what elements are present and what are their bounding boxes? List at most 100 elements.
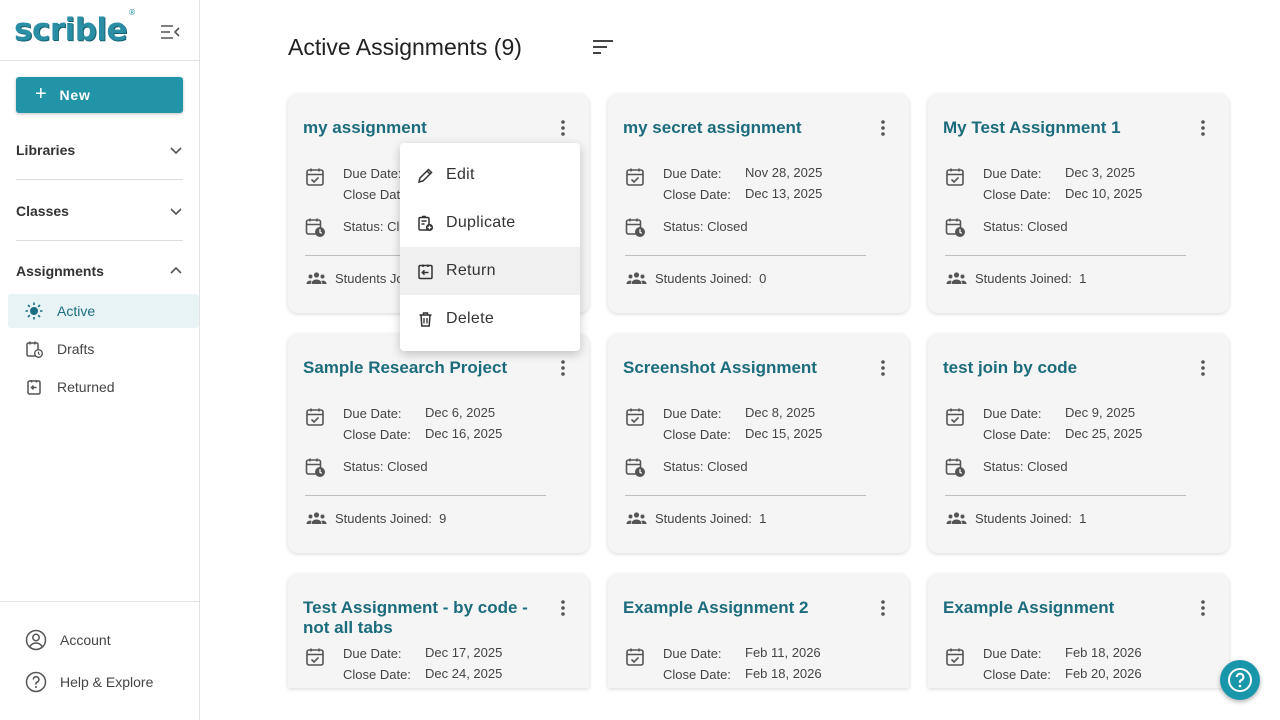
status-text: Status: Closed [983, 459, 1068, 474]
assignment-card[interactable]: test join by code Due Date: Close Date: Dec… [928, 334, 1229, 553]
scrible-logo[interactable]: scrible® [14, 8, 136, 48]
card-title[interactable]: Example Assignment [943, 598, 1188, 618]
menu-item-label: Delete [446, 310, 495, 327]
due-date-label: Due Date: [983, 406, 1042, 421]
card-divider [945, 495, 1186, 496]
calendar-check-icon [945, 167, 965, 187]
menu-item-edit[interactable]: Edit [400, 151, 580, 199]
students-joined-text: Students Joined: 1 [975, 271, 1086, 286]
sidebar-item-label: Returned [57, 379, 115, 395]
due-date-label: Due Date: [343, 166, 402, 181]
close-date-label: Close Date: [663, 187, 731, 202]
due-date-value: Nov 28, 2025 [745, 165, 823, 180]
section-classes[interactable]: Classes [16, 191, 183, 231]
status-label: Status: [663, 459, 704, 474]
more-options-icon[interactable] [1193, 598, 1213, 618]
more-options-icon[interactable] [1193, 358, 1213, 378]
card-title[interactable]: my assignment [303, 118, 548, 138]
status-label: Status: [343, 459, 384, 474]
students-joined-value: 0 [759, 271, 767, 286]
menu-item-return[interactable]: Return [400, 247, 580, 295]
trash-icon [419, 311, 432, 327]
assignment-card[interactable]: My Test Assignment 1 Due Date: Close Date:… [928, 94, 1229, 313]
sort-icon[interactable] [592, 38, 614, 56]
close-date-value: Dec 15, 2025 [745, 426, 823, 441]
calendar-check-icon [945, 407, 965, 427]
new-button[interactable]: + New [16, 77, 183, 113]
section-label: Libraries [16, 142, 76, 158]
card-title[interactable]: Example Assignment 2 [623, 598, 868, 618]
calendar-check-icon [625, 167, 645, 187]
students-joined-text: Students Joined: 0 [655, 271, 766, 286]
status-value: Closed [707, 459, 748, 474]
sidebar-item-label: Drafts [57, 341, 95, 357]
students-joined-value: 1 [1079, 271, 1087, 286]
more-options-icon[interactable] [1193, 118, 1213, 138]
more-options-icon[interactable] [873, 118, 893, 138]
card-title[interactable]: Screenshot Assignment [623, 358, 868, 378]
assignment-card[interactable]: Example Assignment 2 Due Date: Close Date:… [608, 574, 909, 688]
card-title[interactable]: Test Assignment - by code - not all tabs [303, 598, 548, 638]
due-date-value: Dec 3, 2025 [1065, 165, 1136, 180]
close-date-label: Close Date: [983, 667, 1051, 682]
section-label: Classes [16, 203, 69, 219]
sidebar-item-help[interactable]: Help & Explore [25, 670, 153, 694]
status-text: Status: Closed [663, 459, 748, 474]
close-date-value: Feb 18, 2026 [745, 666, 822, 681]
more-options-icon[interactable] [873, 598, 893, 618]
sidebar-item-account[interactable]: Account [25, 628, 111, 652]
chevron-down-icon [170, 208, 182, 216]
assignment-card[interactable]: Example Assignment Due Date: Close Date: Fe… [928, 574, 1229, 688]
people-icon [306, 270, 327, 286]
status-label: Status: [663, 219, 704, 234]
collapse-sidebar-icon[interactable] [159, 22, 181, 42]
section-label: Assignments [16, 263, 104, 279]
more-options-icon[interactable] [873, 358, 893, 378]
status-label: Status: [983, 459, 1024, 474]
more-options-icon[interactable] [553, 358, 573, 378]
assignment-card[interactable]: Screenshot Assignment Due Date: Close Date… [608, 334, 909, 553]
card-divider [625, 495, 866, 496]
sidebar-item-returned[interactable]: Returned [8, 370, 199, 404]
students-joined-label: Students Joined: [655, 511, 752, 526]
sidebar-item-drafts[interactable]: Drafts [8, 332, 199, 366]
students-joined-text: Students Joined: 1 [975, 511, 1086, 526]
close-date-label: Close Date: [983, 427, 1051, 442]
duplicate-icon [418, 215, 434, 231]
more-options-icon[interactable] [553, 118, 573, 138]
return-icon [27, 380, 41, 395]
section-libraries[interactable]: Libraries [16, 130, 183, 170]
people-icon [946, 270, 967, 286]
close-date-value: Dec 25, 2025 [1065, 426, 1143, 441]
students-joined-label: Students Joined: [335, 511, 432, 526]
due-date-label: Due Date: [343, 406, 402, 421]
due-date-label: Due Date: [983, 166, 1042, 181]
people-icon [626, 270, 647, 286]
section-assignments[interactable]: Assignments [16, 251, 183, 291]
menu-item-delete[interactable]: Delete [400, 295, 580, 343]
assignment-card[interactable]: Test Assignment - by code - not all tabs… [288, 574, 589, 688]
assignment-card[interactable]: my secret assignment Due Date: Close Date:… [608, 94, 909, 313]
more-options-icon[interactable] [553, 598, 573, 618]
new-button-label: New [59, 87, 91, 103]
status-value: Closed [1027, 459, 1068, 474]
sun-icon [25, 302, 43, 320]
sidebar-item-active[interactable]: Active [8, 294, 199, 328]
card-title[interactable]: test join by code [943, 358, 1188, 378]
card-title[interactable]: My Test Assignment 1 [943, 118, 1188, 138]
status-value: Closed [707, 219, 748, 234]
close-date-value: Dec 10, 2025 [1065, 186, 1143, 201]
status-label: Status: [983, 219, 1024, 234]
close-date-label: Close Date: [343, 667, 411, 682]
card-title[interactable]: my secret assignment [623, 118, 868, 138]
logo-registered-mark: ® [128, 7, 136, 17]
account-label: Account [60, 632, 111, 648]
menu-item-duplicate[interactable]: Duplicate [400, 199, 580, 247]
assignment-card[interactable]: Sample Research Project Due Date: Close Da… [288, 334, 589, 553]
plus-icon: + [35, 83, 48, 105]
sidebar-bottom-divider [0, 601, 199, 602]
close-date-label: Close Dat [343, 187, 401, 202]
question-mark-icon [1228, 668, 1252, 692]
help-fab-button[interactable] [1220, 660, 1260, 700]
card-title[interactable]: Sample Research Project [303, 358, 548, 378]
